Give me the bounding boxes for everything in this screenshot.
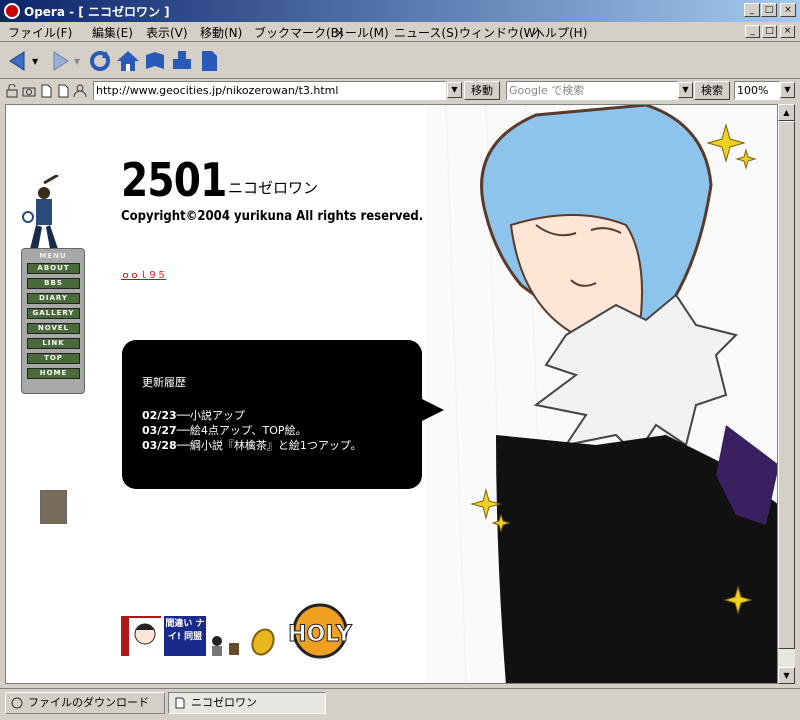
mdi-restore-button[interactable]: □	[762, 25, 777, 38]
forward-icon[interactable]	[48, 49, 72, 73]
nav-top[interactable]: TOP	[27, 353, 80, 364]
forward-dropdown-icon[interactable]: ▼	[74, 57, 80, 66]
navigation-toolbar: ▼ ▼	[0, 43, 800, 79]
doumei-banner[interactable]: 間違い ナイ! 同盟	[164, 616, 206, 656]
nav-diary[interactable]: DIARY	[27, 293, 80, 304]
scroll-up-icon[interactable]: ▲	[778, 104, 795, 121]
small-thumbnail-image[interactable]	[40, 490, 67, 524]
security-lock-icon[interactable]	[5, 84, 19, 98]
title-bar: Opera - [ ニコゼロワン ] _ □ ×	[0, 0, 800, 22]
menu-view[interactable]: 表示(V)	[146, 24, 188, 41]
bubble-tail	[420, 398, 444, 422]
history-text: ──絵4点アップ、TOP絵。	[176, 424, 307, 437]
mdi-close-button[interactable]: ×	[780, 25, 795, 38]
tab-downloads[interactable]: ファイルのダウンロード	[5, 692, 165, 714]
menu-edit[interactable]: 編集(E)	[92, 24, 133, 41]
illustration-image	[426, 105, 777, 683]
character-sprite-image	[22, 175, 59, 249]
page-icon	[175, 697, 185, 709]
mini-animal-icon[interactable]	[227, 639, 241, 657]
zoom-field[interactable]: 100%	[734, 81, 780, 100]
page-icon[interactable]	[39, 84, 53, 98]
menu-bar: ファイル(F) 編集(E) 表示(V) 移動(N) ブックマーク(B) メール(…	[0, 22, 800, 42]
love-holy-logo-text: HOLY	[288, 622, 353, 647]
url-input[interactable]: http://www.geocities.jp/nikozerowan/t3.h…	[93, 81, 446, 100]
scroll-down-icon[interactable]: ▼	[778, 667, 795, 684]
go-button[interactable]: 移動	[464, 81, 500, 100]
vertical-scrollbar[interactable]: ▲ ▼	[778, 104, 795, 684]
menu-news[interactable]: ニュース(S)	[394, 24, 458, 41]
history-title: 更新履歴	[142, 376, 186, 389]
close-button[interactable]: ×	[780, 3, 796, 17]
site-title-number: 2501	[121, 153, 227, 207]
back-icon[interactable]	[6, 49, 30, 73]
nav-menu: MENU ABOUT BBS DIARY GALLERY NOVEL LINK …	[21, 248, 85, 394]
menu-help[interactable]: ヘルプ(H)	[533, 24, 587, 41]
nav-about[interactable]: ABOUT	[27, 263, 80, 274]
gold-coin-icon[interactable]	[250, 627, 276, 657]
mini-character-icon[interactable]	[208, 635, 226, 657]
history-text: ──小説アップ	[176, 409, 245, 422]
print-icon[interactable]	[170, 49, 194, 73]
opera-logo-icon	[4, 3, 20, 19]
nav-novel[interactable]: NOVEL	[27, 323, 80, 334]
copyright-text: Copyright©2004 yurikuna All rights reser…	[121, 209, 424, 224]
home-icon[interactable]	[116, 49, 140, 73]
face-banner-image[interactable]	[121, 616, 161, 656]
access-counter[interactable]: ｏｏｌ９５	[121, 268, 166, 281]
url-dropdown-icon[interactable]: ▼	[447, 82, 462, 98]
history-row: 03/28──綱小説『林檎茶』と絵1つアップ。	[142, 437, 362, 453]
mdi-minimize-button[interactable]: _	[745, 25, 760, 38]
tab-label: ファイルのダウンロード	[28, 696, 149, 709]
history-date: 03/28	[142, 439, 177, 452]
history-row: 03/27──絵4点アップ、TOP絵。	[142, 422, 307, 438]
window-tab-bar: ファイルのダウンロード ニコゼロワン	[0, 688, 800, 720]
menu-mail[interactable]: メール(M)	[333, 24, 389, 41]
menu-go[interactable]: 移動(N)	[200, 24, 242, 41]
menu-file[interactable]: ファイル(F)	[8, 24, 72, 41]
maximize-button[interactable]: □	[761, 3, 777, 17]
bookmarks-icon[interactable]	[143, 49, 167, 73]
site-title-name: ニコゼロワン	[228, 179, 319, 197]
nav-gallery[interactable]: GALLERY	[27, 308, 80, 319]
download-icon	[11, 697, 23, 709]
cookie-icon[interactable]	[56, 84, 70, 98]
nav-bbs[interactable]: BBS	[27, 278, 80, 289]
user-icon[interactable]	[73, 84, 87, 98]
window-title: Opera - [ ニコゼロワン ]	[24, 5, 170, 19]
menu-header: MENU	[39, 252, 67, 260]
page-viewport: 2501 ニコゼロワン Copyright©2004 yurikuna All …	[5, 104, 778, 684]
document-icon[interactable]	[197, 49, 221, 73]
history-row: 02/23──小説アップ	[142, 407, 245, 423]
love-holy-logo[interactable]: HOLY	[284, 603, 356, 659]
address-bar: http://www.geocities.jp/nikozerowan/t3.h…	[0, 80, 800, 102]
minimize-button[interactable]: _	[744, 3, 760, 17]
history-date: 03/27	[142, 424, 177, 437]
back-dropdown-icon[interactable]: ▼	[32, 57, 38, 66]
update-history-bubble: 更新履歴 02/23──小説アップ 03/27──絵4点アップ、TOP絵。 03…	[122, 340, 444, 489]
reload-icon[interactable]	[88, 49, 112, 73]
menu-window[interactable]: ウィンドウ(W)	[459, 24, 540, 41]
nav-home[interactable]: HOME	[27, 368, 80, 379]
menu-bookmarks[interactable]: ブックマーク(B)	[254, 24, 344, 41]
nav-link[interactable]: LINK	[27, 338, 80, 349]
zoom-dropdown-icon[interactable]: ▼	[780, 82, 795, 98]
tab-label: ニコゼロワン	[191, 696, 257, 709]
camera-icon[interactable]	[22, 84, 36, 98]
history-text: ──綱小説『林檎茶』と絵1つアップ。	[176, 439, 362, 452]
history-date: 02/23	[142, 409, 177, 422]
scroll-thumb[interactable]	[778, 121, 795, 649]
search-dropdown-icon[interactable]: ▼	[678, 82, 693, 98]
search-input[interactable]: Google で検索	[506, 81, 678, 100]
tab-current-page[interactable]: ニコゼロワン	[168, 692, 326, 714]
search-button[interactable]: 検索	[694, 81, 730, 100]
